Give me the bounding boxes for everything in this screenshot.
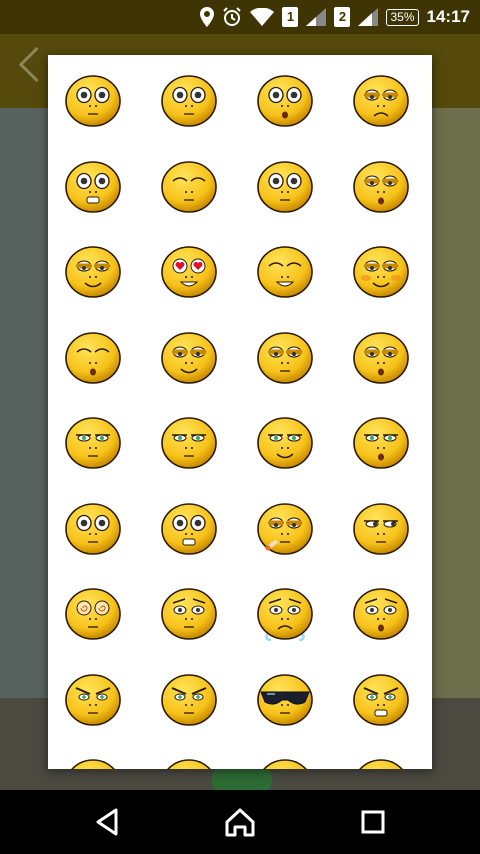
emoji-row (48, 755, 432, 769)
emoji-angry-grin[interactable] (351, 670, 411, 730)
emoji-wide-eyes[interactable] (159, 71, 219, 131)
back-icon[interactable] (90, 804, 126, 840)
navigation-bar (0, 790, 480, 854)
emoji-heart-eyes[interactable] (159, 242, 219, 302)
emoji-crying[interactable] (255, 584, 315, 644)
emoji-picker-dialog (48, 55, 432, 769)
emoji-smoking[interactable] (255, 499, 315, 559)
emoji-partial[interactable] (159, 755, 219, 769)
emoji-row (48, 328, 432, 414)
emoji-eye-roll-smile[interactable] (63, 242, 123, 302)
emoji-wide-eyes-surprised[interactable] (255, 71, 315, 131)
emoji-worried-kiss[interactable] (351, 584, 411, 644)
emoji-dizzy[interactable] (63, 584, 123, 644)
clock: 14:17 (426, 7, 470, 26)
battery-icon: 35% (386, 8, 419, 26)
recents-icon[interactable] (355, 804, 391, 840)
emoji-half-eyes-oh[interactable] (351, 328, 411, 388)
emoji-partial[interactable] (255, 755, 315, 769)
emoji-row (48, 157, 432, 243)
emoji-sleepy-oh[interactable] (351, 157, 411, 217)
emoji-row (48, 71, 432, 157)
emoji-wide-eyes[interactable] (63, 71, 123, 131)
emoji-partial[interactable] (351, 755, 411, 769)
emoji-row (48, 670, 432, 756)
emoji-eyes-closed-oh[interactable] (63, 328, 123, 388)
signal-icon (306, 8, 327, 26)
emoji-unimpressed-oh[interactable] (351, 413, 411, 473)
scrim-left (0, 108, 48, 698)
emoji-unimpressed[interactable] (63, 413, 123, 473)
emoji-eyes-closed[interactable] (159, 157, 219, 217)
emoji-row (48, 242, 432, 328)
emoji-row (48, 413, 432, 499)
emoji-wide-eyes[interactable] (63, 499, 123, 559)
status-icons: 1 2 35% 14:17 (200, 6, 470, 28)
location-icon (200, 7, 215, 27)
emoji-blush-smirk[interactable] (351, 242, 411, 302)
wifi-icon (250, 8, 275, 26)
emoji-nervous-grin[interactable] (159, 499, 219, 559)
scrim-right (432, 108, 480, 698)
emoji-angry[interactable] (63, 670, 123, 730)
alarm-icon (223, 7, 242, 26)
emoji-unimpressed[interactable] (159, 413, 219, 473)
emoji-partial[interactable] (63, 755, 123, 769)
emoji-angry[interactable] (159, 670, 219, 730)
sim1-badge: 1 (282, 7, 299, 27)
emoji-sad-frown[interactable] (351, 71, 411, 131)
status-bar: 1 2 35% 14:17 (0, 0, 480, 34)
emoji-grimace[interactable] (63, 157, 123, 217)
emoji-side-eye[interactable] (351, 499, 411, 559)
emoji-sunglasses[interactable] (255, 670, 315, 730)
emoji-wide-eyes[interactable] (255, 157, 315, 217)
sim2-badge: 2 (334, 7, 351, 27)
emoji-row (48, 499, 432, 585)
emoji-worried[interactable] (159, 584, 219, 644)
emoji-row (48, 584, 432, 670)
emoji-sleepy-smile[interactable] (159, 328, 219, 388)
emoji-smug[interactable] (255, 413, 315, 473)
emoji-eyes-closed-smile[interactable] (255, 242, 315, 302)
home-icon[interactable] (222, 804, 258, 840)
signal-icon (358, 8, 379, 26)
emoji-half-eyes[interactable] (255, 328, 315, 388)
